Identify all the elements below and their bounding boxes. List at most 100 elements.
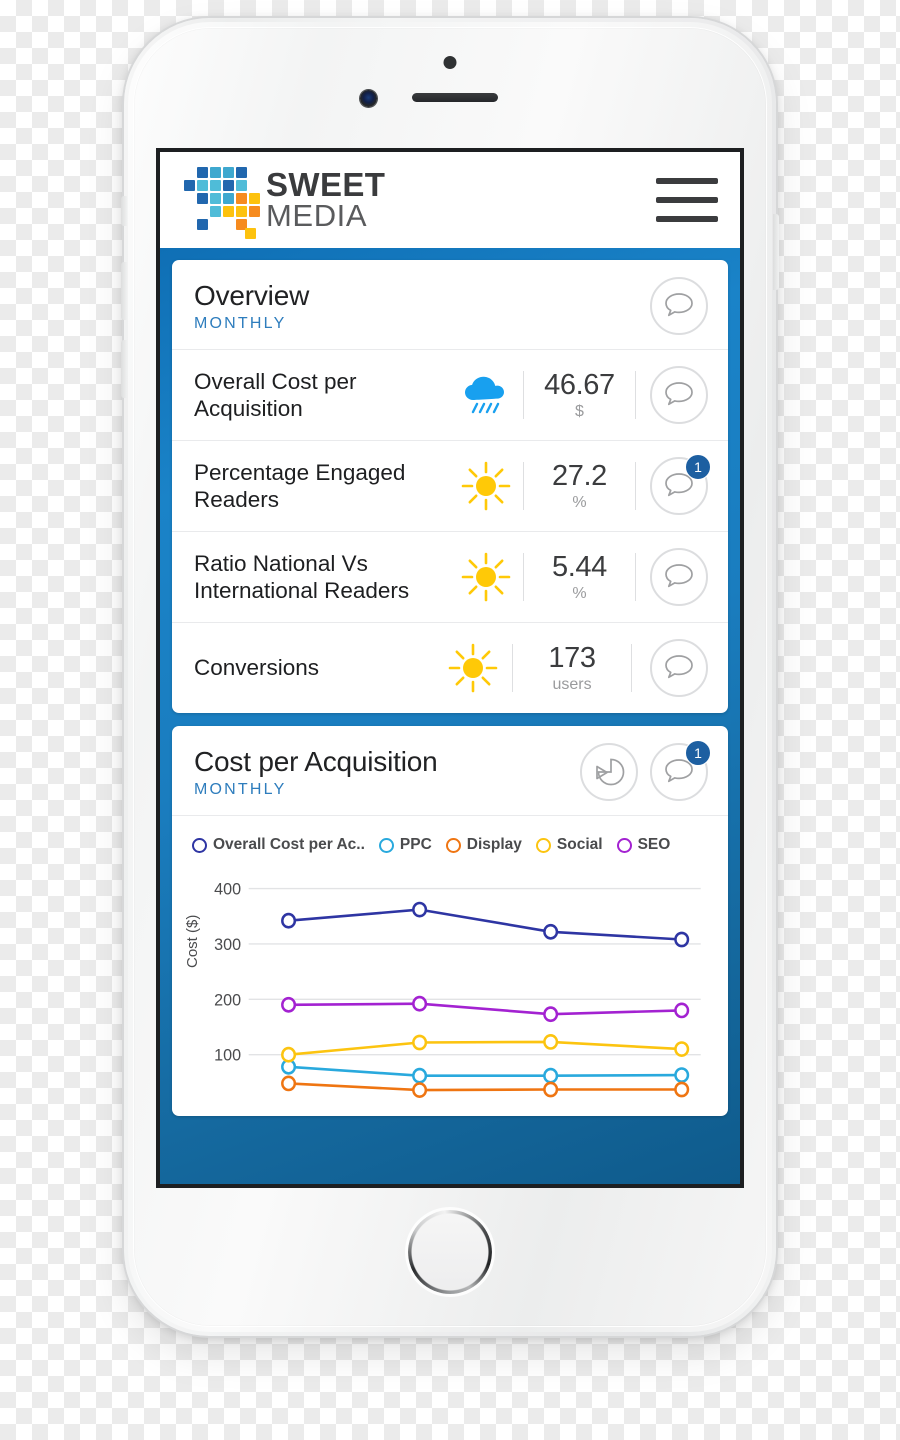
cost-per-acquisition-card: Cost per Acquisition MONTHLY 1 Overall C… <box>172 726 728 1116</box>
table-row[interactable]: Conversions 173 users <box>172 623 728 713</box>
brand-name-top: SWEET <box>266 166 386 204</box>
comment-bubble-glyph <box>665 759 693 783</box>
chart-data-point-4-2[interactable] <box>543 1006 559 1023</box>
chart-y-axis-label: Cost ($) <box>184 914 201 968</box>
chart-data-point-0-1[interactable] <box>412 901 428 918</box>
chart-data-point-1-0[interactable] <box>281 1058 297 1075</box>
metric-unit: % <box>572 585 587 602</box>
metric-unit: % <box>572 494 587 511</box>
front-camera-icon <box>360 90 377 107</box>
metric-label: Percentage Engaged Readers <box>194 459 406 512</box>
earpiece-speaker <box>412 93 498 102</box>
metric-value-block: 27.2 % <box>524 460 636 512</box>
volume-up-button[interactable] <box>121 262 127 320</box>
legend-label: Overall Cost per Ac.. <box>213 836 365 853</box>
power-button[interactable] <box>773 214 779 290</box>
sun-icon <box>449 459 523 513</box>
sun-icon <box>449 550 523 604</box>
legend-marker-icon <box>378 837 394 853</box>
comment-bubble-glyph <box>665 382 693 406</box>
cpa-title: Cost per Acquisition <box>194 745 438 777</box>
legend-marker-icon <box>192 837 207 853</box>
metric-label: Conversions <box>194 655 320 681</box>
legend-item-2[interactable]: Display <box>445 836 522 854</box>
brand-logo[interactable]: SWEET MEDIA <box>180 165 386 239</box>
page-title: Overview <box>194 279 310 311</box>
legend-item-3[interactable]: Social <box>535 836 603 854</box>
chart-legend: Overall Cost per Ac.. PPC Display Social SEO <box>186 830 714 864</box>
overview-card: Overview MONTHLY Overall Cost per Acquis… <box>172 260 728 713</box>
pie-arrow-icon[interactable] <box>580 743 638 801</box>
metric-label: Ratio National Vs International Readers <box>194 550 410 603</box>
comment-bubble-glyph <box>665 655 693 679</box>
chart-series-line-4 <box>287 1002 683 1016</box>
chart-data-point-2-0[interactable] <box>281 1075 297 1092</box>
table-row[interactable]: Ratio National Vs International Readers <box>172 532 728 623</box>
overview-period-label: MONTHLY <box>194 314 287 332</box>
chart-data-point-3-3[interactable] <box>674 1041 690 1057</box>
comment-bubble-icon[interactable] <box>650 548 708 606</box>
legend-label: Social <box>556 836 603 853</box>
cpa-card-header: Cost per Acquisition MONTHLY 1 <box>172 726 728 816</box>
chart-data-point-3-0[interactable] <box>281 1046 297 1063</box>
chart-data-point-1-3[interactable] <box>674 1067 690 1083</box>
silent-switch[interactable] <box>121 196 127 226</box>
chart-data-point-4-0[interactable] <box>281 996 297 1013</box>
metric-value: 173 <box>548 642 596 674</box>
divider <box>522 462 524 510</box>
legend-item-1[interactable]: PPC <box>378 836 432 854</box>
chart-y-tick-label: 200 <box>214 990 241 1009</box>
chart-data-point-0-3[interactable] <box>674 931 690 948</box>
legend-marker-icon <box>616 837 632 853</box>
divider <box>522 371 524 419</box>
line-chart[interactable]: Cost ($) 100 200 300 400 <box>184 864 714 1116</box>
divider <box>635 371 637 419</box>
app-header: SWEET MEDIA <box>160 152 740 248</box>
chart-y-tick-label: 300 <box>214 935 241 954</box>
status-badge: 1 <box>685 454 711 480</box>
comment-bubble-icon[interactable]: 1 <box>650 740 711 801</box>
table-row[interactable]: Overall Cost per Acquisition 46.67 $ <box>172 350 728 441</box>
home-button[interactable] <box>408 1210 492 1294</box>
cpa-header-actions: 1 <box>580 740 711 801</box>
chart-data-point-3-1[interactable] <box>412 1034 428 1051</box>
metric-unit: $ <box>574 403 584 420</box>
metric-value: 5.44 <box>552 551 607 583</box>
row-actions <box>636 548 708 606</box>
chart-data-point-0-2[interactable] <box>543 923 559 940</box>
chart-series-line-3 <box>287 1040 683 1056</box>
legend-item-4[interactable]: SEO <box>616 836 670 854</box>
chart-data-point-2-3[interactable] <box>674 1081 690 1098</box>
legend-item-0[interactable]: Overall Cost per Ac.. <box>192 836 365 854</box>
cpa-period-label: MONTHLY <box>194 780 287 798</box>
chart-data-point-4-1[interactable] <box>412 995 428 1012</box>
hamburger-menu-icon[interactable] <box>656 178 718 222</box>
comment-bubble-icon[interactable] <box>650 639 708 697</box>
comment-bubble-icon[interactable] <box>650 277 708 335</box>
comment-bubble-icon[interactable]: 1 <box>650 454 711 515</box>
chart-svg: 100 200 300 400 <box>214 879 701 1098</box>
divider <box>512 644 513 692</box>
comment-bubble-glyph <box>665 564 693 588</box>
chart-data-point-3-2[interactable] <box>543 1033 559 1050</box>
chart-container: Overall Cost per Ac.. PPC Display Social SEO… <box>172 816 728 1116</box>
proximity-sensor-icon <box>443 56 457 69</box>
chart-y-tick-label: 100 <box>214 1045 241 1064</box>
row-actions <box>632 639 708 697</box>
overview-title-block: Overview MONTHLY <box>194 280 309 333</box>
chart-data-point-2-2[interactable] <box>543 1081 559 1098</box>
sun-glyph <box>461 552 511 602</box>
volume-down-button[interactable] <box>121 340 127 398</box>
screenshot-stage: SWEET MEDIA Overview MONTHLY Overall Cos… <box>0 0 900 1440</box>
comment-bubble-icon[interactable] <box>650 366 708 424</box>
chart-data-point-2-1[interactable] <box>412 1082 428 1098</box>
status-badge: 1 <box>685 740 711 766</box>
chart-data-point-4-3[interactable] <box>674 1002 690 1019</box>
chart-data-point-1-1[interactable] <box>412 1067 428 1084</box>
chart-data-point-1-2[interactable] <box>543 1067 559 1084</box>
overview-card-header: Overview MONTHLY <box>172 260 728 350</box>
chart-data-point-0-0[interactable] <box>281 912 297 929</box>
brand-wordmark: SWEET MEDIA <box>266 166 386 230</box>
rain-cloud-glyph <box>464 376 504 414</box>
table-row[interactable]: Percentage Engaged Readers 27.2 % 1 <box>172 441 728 532</box>
